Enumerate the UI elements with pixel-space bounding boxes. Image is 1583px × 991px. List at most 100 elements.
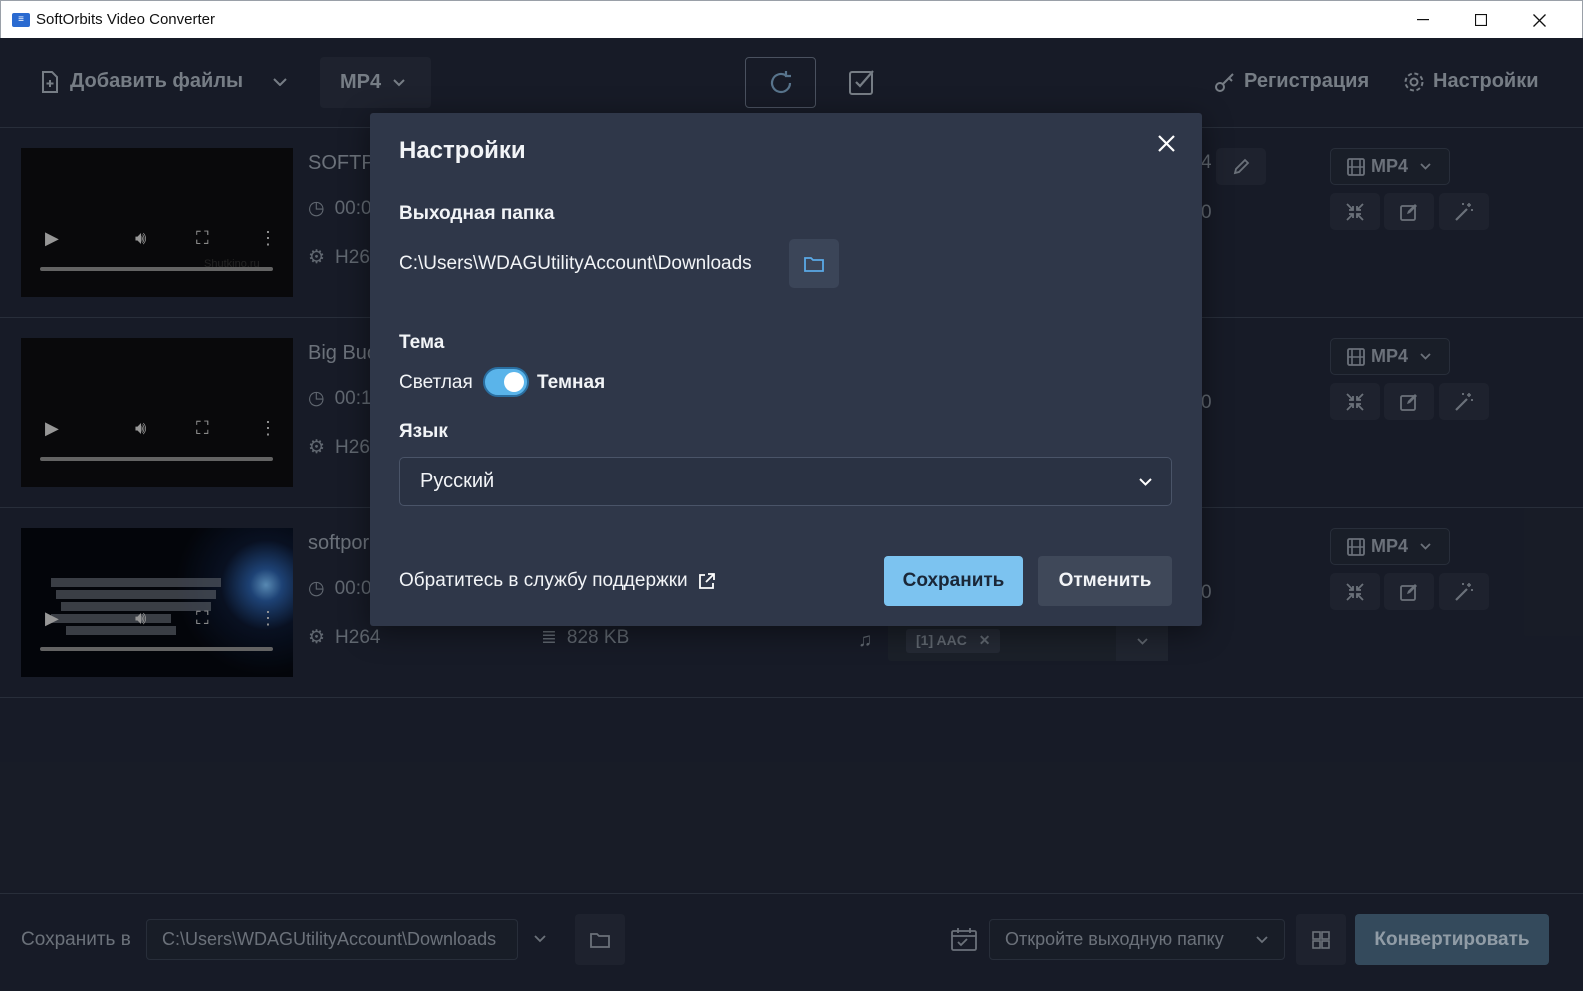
film-icon: [1347, 347, 1365, 366]
rename-button[interactable]: [1216, 148, 1266, 185]
progress-bar[interactable]: [40, 647, 273, 651]
duration-value: 00:0: [334, 197, 372, 219]
file-format-label: MP4: [1371, 156, 1409, 176]
save-button[interactable]: Сохранить: [884, 556, 1023, 606]
theme-light-label: Светлая: [399, 372, 473, 393]
calendar-check-icon: [951, 928, 977, 951]
codec-value: H264: [335, 626, 381, 648]
video-thumbnail[interactable]: ▶ 🔊︎ ⛶ ⋮ Shutkino.ru: [21, 148, 293, 297]
output-format-select[interactable]: MP4: [320, 57, 431, 108]
add-files-dropdown[interactable]: [268, 70, 292, 94]
magic-wand-icon: [1455, 202, 1473, 221]
volume-icon[interactable]: 🔊︎: [135, 228, 146, 249]
clock-icon: ◷: [308, 388, 325, 409]
registration-button[interactable]: Регистрация: [1214, 70, 1369, 93]
magic-wand-icon: [1455, 392, 1473, 411]
progress-bar[interactable]: [40, 457, 273, 461]
refresh-icon: [770, 70, 791, 93]
layout-button[interactable]: [1296, 914, 1346, 965]
compress-button[interactable]: [1330, 193, 1380, 230]
cancel-button[interactable]: Отменить: [1038, 556, 1172, 606]
after-conversion-value: Откройте выходную папку: [1005, 929, 1224, 949]
file-name: Big Buc: [308, 342, 377, 364]
edit-button[interactable]: [1384, 383, 1434, 420]
theme-dark-label: Темная: [537, 372, 606, 393]
compress-button[interactable]: [1330, 383, 1380, 420]
file-size-value: 828 KB: [566, 626, 630, 648]
compress-icon: [1346, 202, 1364, 221]
theme-toggle[interactable]: [483, 367, 529, 397]
minimize-button[interactable]: [1394, 1, 1452, 39]
convert-button[interactable]: Конвертировать: [1355, 914, 1549, 965]
edit-icon: [1400, 393, 1417, 411]
refresh-button[interactable]: [745, 57, 816, 108]
enhance-button[interactable]: [1439, 383, 1489, 420]
close-window-button[interactable]: [1510, 1, 1568, 39]
maximize-icon: [1475, 14, 1487, 26]
folder-icon: [590, 933, 610, 948]
language-value: Русский: [420, 470, 495, 492]
language-select[interactable]: Русский: [399, 457, 1172, 506]
gear-icon: ⚙: [308, 437, 326, 458]
add-files-button[interactable]: Добавить файлы: [40, 70, 243, 93]
file-format-select[interactable]: MP4: [1330, 528, 1450, 565]
more-icon[interactable]: ⋮: [259, 608, 277, 629]
edit-button[interactable]: [1384, 193, 1434, 230]
volume-icon[interactable]: 🔊︎: [135, 608, 146, 629]
language-label: Язык: [399, 421, 448, 442]
enhance-button[interactable]: [1439, 573, 1489, 610]
file-format-select[interactable]: MP4: [1330, 148, 1450, 185]
codec-value: H26: [335, 436, 370, 458]
codec-value: H26: [335, 246, 370, 268]
fullscreen-icon[interactable]: ⛶: [196, 608, 209, 629]
audio-track-select[interactable]: [1] AAC ✕: [888, 621, 1168, 661]
play-icon[interactable]: ▶: [45, 228, 59, 249]
file-format-select[interactable]: MP4: [1330, 338, 1450, 375]
chevron-down-icon: [1139, 478, 1152, 486]
support-link[interactable]: Обратитесь в службу поддержки: [399, 570, 716, 592]
compress-button[interactable]: [1330, 573, 1380, 610]
convert-label: Конвертировать: [1374, 928, 1530, 950]
maximize-button[interactable]: [1452, 1, 1510, 39]
minimize-icon: [1417, 19, 1429, 21]
select-all-button[interactable]: [844, 64, 880, 100]
external-link-icon: [698, 573, 715, 589]
app-logo-icon: ≡: [12, 12, 30, 27]
save-path-dropdown[interactable]: [528, 927, 552, 951]
codec: ⚙ H264: [308, 626, 380, 649]
play-icon[interactable]: ▶: [45, 608, 59, 629]
settings-button[interactable]: Настройки: [1403, 70, 1539, 93]
play-icon[interactable]: ▶: [45, 418, 59, 439]
volume-icon[interactable]: 🔊︎: [135, 418, 146, 439]
settings-label: Настройки: [1433, 70, 1539, 92]
more-icon[interactable]: ⋮: [259, 418, 277, 439]
add-file-icon: [42, 70, 58, 93]
video-thumbnail[interactable]: ▶ 🔊︎ ⛶ ⋮: [21, 338, 293, 487]
fullscreen-icon[interactable]: ⛶: [196, 418, 209, 439]
duration: ◷ 00:0: [308, 577, 372, 600]
add-files-label: Добавить файлы: [70, 70, 244, 92]
duration-value: 00:0: [334, 577, 372, 599]
choose-folder-button[interactable]: [789, 239, 839, 288]
output-format-label: MP4: [340, 71, 382, 93]
audio-track-dropdown[interactable]: [1116, 621, 1168, 661]
theme-label: Тема: [399, 332, 445, 353]
overflow-text: 0: [1201, 392, 1212, 413]
progress-bar[interactable]: [40, 267, 273, 271]
enhance-button[interactable]: [1439, 193, 1489, 230]
title-bar: ≡ SoftOrbits Video Converter: [0, 0, 1583, 38]
save-path-field[interactable]: C:\Users\WDAGUtilityAccount\Downloads: [146, 919, 518, 960]
close-icon: [1532, 13, 1546, 27]
video-thumbnail[interactable]: ▶ 🔊︎ ⛶ ⋮: [21, 528, 293, 677]
chevron-down-icon: [1256, 936, 1268, 944]
edit-button[interactable]: [1384, 573, 1434, 610]
remove-icon[interactable]: ✕: [979, 632, 991, 648]
checkbox-icon: [849, 70, 874, 95]
more-icon[interactable]: ⋮: [259, 228, 277, 249]
browse-folder-button[interactable]: [575, 914, 625, 965]
overflow-text: 0: [1201, 582, 1212, 603]
close-dialog-button[interactable]: [1153, 130, 1179, 156]
after-conversion-select[interactable]: Откройте выходную папку: [989, 919, 1285, 960]
chevron-down-icon: [1420, 163, 1431, 170]
fullscreen-icon[interactable]: ⛶: [196, 228, 209, 249]
